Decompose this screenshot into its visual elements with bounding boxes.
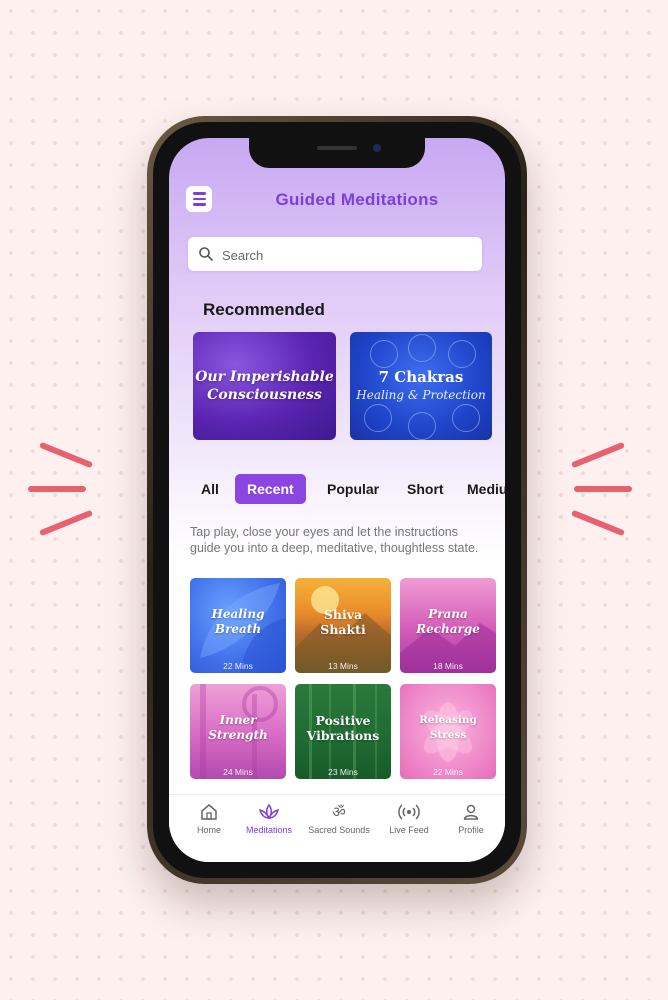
recommended-heading: Recommended	[203, 300, 325, 319]
card-title: 7 Chakras	[378, 368, 464, 386]
page-title: Guided Meditations	[275, 190, 439, 209]
phone-notch	[249, 138, 425, 168]
card-title-line2: Vibrations	[306, 727, 380, 743]
home-icon	[201, 804, 217, 820]
tab-label: Live Feed	[389, 825, 429, 835]
lotus-icon	[258, 803, 280, 820]
duration-label: 22 Mins	[433, 767, 463, 777]
meditation-card-positive-vibrations[interactable]: Positive Vibrations 23 Mins	[295, 684, 391, 779]
bottom-tab-bar: Home Meditations ॐ Sacred Sounds Live Fe…	[169, 794, 505, 862]
tab-label: Profile	[458, 825, 484, 835]
card-title-line2: Shakti	[320, 621, 366, 637]
card-title: Healing Breath	[211, 606, 265, 636]
card-title-line1: Prana	[428, 606, 468, 621]
tab-live-feed[interactable]: Live Feed	[375, 803, 443, 835]
duration-label: 22 Mins	[223, 661, 253, 671]
tab-home[interactable]: Home	[175, 803, 243, 835]
meditation-card-releasing-stress[interactable]: Releasing Stress 22 Mins	[400, 684, 496, 779]
card-title-line1: Our Imperishable	[195, 369, 334, 385]
card-title-line2: Consciousness	[207, 387, 322, 403]
duration-label: 24 Mins	[223, 767, 253, 777]
decorative-burst-right	[564, 438, 644, 548]
user-icon	[463, 804, 479, 820]
decorative-burst-left	[24, 438, 104, 548]
om-icon: ॐ	[332, 803, 346, 821]
duration-label: 13 Mins	[328, 661, 358, 671]
phone-frame: Guided Meditations Recommended Our Imper…	[147, 116, 527, 884]
meditation-card-prana-recharge[interactable]: Prana Recharge 18 Mins	[400, 578, 496, 673]
broadcast-icon	[398, 804, 420, 820]
duration-label: 23 Mins	[328, 767, 358, 777]
card-title-line1: Positive	[315, 712, 371, 728]
card-title: Releasing Stress	[419, 713, 477, 741]
filter-popular[interactable]: Popular	[315, 474, 391, 504]
filter-medium[interactable]: Mediu	[455, 474, 505, 504]
card-title-line2: Strength	[208, 727, 268, 742]
app-screen: Guided Meditations Recommended Our Imper…	[169, 138, 505, 862]
filter-all[interactable]: All	[189, 474, 231, 504]
search-icon	[199, 247, 213, 261]
tab-label: Sacred Sounds	[308, 825, 370, 835]
meditation-card-healing-breath[interactable]: Healing Breath 22 Mins	[190, 578, 286, 673]
search-input[interactable]	[220, 243, 474, 267]
tab-label: Meditations	[245, 825, 293, 835]
filter-recent[interactable]: Recent	[235, 474, 306, 504]
search-bar[interactable]	[188, 237, 482, 271]
card-subtitle: Healing & Protection	[356, 388, 486, 402]
tab-label: Home	[196, 825, 221, 835]
description-text: Tap play, close your eyes and let the in…	[190, 525, 479, 555]
recommended-card-chakras[interactable]: 7 Chakras Healing & Protection	[350, 332, 492, 440]
tab-profile[interactable]: Profile	[437, 803, 505, 835]
filter-short[interactable]: Short	[395, 474, 456, 504]
meditation-card-inner-strength[interactable]: Inner Strength 24 Mins	[190, 684, 286, 779]
tab-meditations[interactable]: Meditations	[235, 803, 303, 835]
hamburger-icon	[192, 192, 206, 195]
card-title-line1: Shiva	[323, 606, 363, 622]
recommended-card-consciousness[interactable]: Our Imperishable Consciousness	[193, 332, 336, 440]
duration-label: 18 Mins	[433, 661, 463, 671]
tab-sacred-sounds[interactable]: ॐ Sacred Sounds	[305, 803, 373, 835]
filter-tabs: All Recent Popular Short Mediu	[169, 474, 505, 506]
card-title-line2: Recharge	[416, 621, 480, 636]
card-title-line1: Inner	[219, 712, 257, 727]
meditation-card-shiva-shakti[interactable]: Shiva Shakti 13 Mins	[295, 578, 391, 673]
